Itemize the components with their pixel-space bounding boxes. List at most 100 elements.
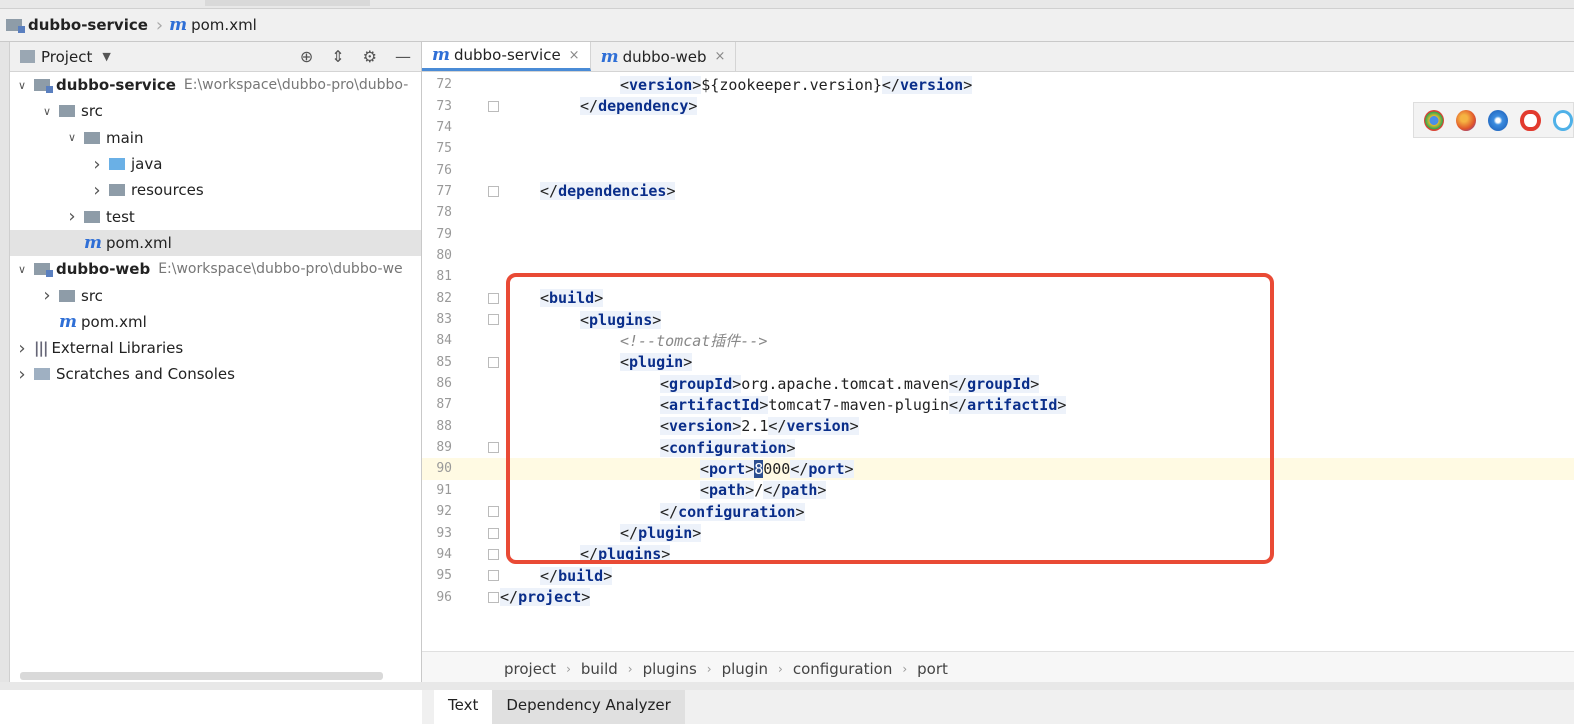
- chevron-down-icon[interactable]: ∨: [39, 105, 55, 118]
- code-line[interactable]: 94 </plugins>: [422, 544, 1574, 565]
- code-line[interactable]: 93 </plugin>: [422, 522, 1574, 543]
- locate-icon[interactable]: ⊕: [300, 47, 313, 66]
- code-line[interactable]: 88 <version>2.1</version>: [422, 416, 1574, 437]
- line-number: 88: [436, 418, 452, 434]
- code-line[interactable]: 79: [422, 223, 1574, 244]
- xml-breadcrumb-item[interactable]: build: [581, 660, 618, 678]
- fold-marker[interactable]: [488, 185, 499, 197]
- tree-item[interactable]: › test: [10, 203, 421, 229]
- xml-tag: <groupId>: [660, 374, 742, 393]
- fold-marker[interactable]: [488, 292, 499, 304]
- tree-item[interactable]: › resources: [10, 177, 421, 203]
- bottom-tab[interactable]: Dependency Analyzer: [492, 686, 685, 724]
- xml-breadcrumb-item[interactable]: plugins: [643, 660, 697, 678]
- xml-breadcrumb-item[interactable]: project: [504, 660, 556, 678]
- code-line[interactable]: 96 </project>: [422, 586, 1574, 607]
- fold-marker[interactable]: [488, 570, 499, 582]
- code-line[interactable]: 85 <plugin>: [422, 352, 1574, 373]
- collapse-all-icon[interactable]: ⇕: [331, 47, 344, 66]
- code-line[interactable]: 89 <configuration>: [422, 437, 1574, 458]
- tree-item[interactable]: ∨ main: [10, 125, 421, 151]
- breadcrumb-file[interactable]: m pom.xml: [163, 9, 265, 41]
- chevron-right-icon[interactable]: ›: [64, 206, 80, 227]
- fold-marker[interactable]: [488, 314, 499, 326]
- chevron-right-icon[interactable]: ›: [14, 338, 30, 359]
- fold-marker[interactable]: [488, 100, 499, 112]
- code-line[interactable]: 82 <build>: [422, 288, 1574, 309]
- horizontal-scrollbar[interactable]: [20, 672, 383, 680]
- tree-item[interactable]: ∨ dubbo-web E:\workspace\dubbo-pro\dubbo-w…: [10, 256, 421, 282]
- opera-icon[interactable]: [1520, 109, 1541, 131]
- tree-item[interactable]: › src: [10, 282, 421, 308]
- code-line[interactable]: 81: [422, 266, 1574, 287]
- code-text: </build>: [540, 566, 613, 585]
- xml-breadcrumb-item[interactable]: configuration: [793, 660, 893, 678]
- bottom-tab[interactable]: Text: [434, 686, 493, 724]
- tree-item[interactable]: › java: [10, 151, 421, 177]
- tree-item[interactable]: › Scratches and Consoles: [10, 361, 421, 387]
- hide-icon[interactable]: —: [395, 47, 411, 66]
- code-line[interactable]: 91 <path>/</path>: [422, 480, 1574, 501]
- chevron-down-icon[interactable]: ▼: [102, 50, 110, 63]
- code-line[interactable]: 80: [422, 245, 1574, 266]
- safari-icon[interactable]: [1488, 109, 1509, 131]
- breadcrumb-project[interactable]: dubbo-service: [0, 9, 156, 41]
- fold-marker[interactable]: [488, 356, 499, 368]
- project-view-selector[interactable]: Project: [41, 48, 92, 66]
- xml-tag: </version>: [768, 417, 859, 436]
- tree-item[interactable]: m pom.xml: [10, 309, 421, 335]
- xml-tag: </groupId>: [949, 374, 1040, 393]
- code-line[interactable]: 72 <version>${zookeeper.version}</version…: [422, 74, 1574, 95]
- code-editor[interactable]: 72 <version>${zookeeper.version}</version…: [422, 72, 1574, 649]
- folder-icon: [84, 131, 100, 144]
- line-number: 81: [436, 269, 452, 285]
- tree-item[interactable]: m pom.xml: [10, 229, 421, 257]
- code-line[interactable]: 95 </build>: [422, 565, 1574, 586]
- fold-marker[interactable]: [488, 548, 499, 560]
- chevron-right-icon[interactable]: ›: [39, 285, 55, 306]
- code-line[interactable]: 90 <port>8000</port>: [422, 458, 1574, 480]
- editor-tab[interactable]: m dubbo-service ×: [422, 42, 591, 71]
- code-text: </configuration>: [660, 502, 805, 521]
- chevron-right-icon[interactable]: ›: [14, 364, 30, 385]
- chevron-down-icon[interactable]: ∨: [64, 131, 80, 144]
- ie-icon[interactable]: [1552, 109, 1573, 131]
- line-number: 72: [436, 77, 452, 93]
- fold-marker[interactable]: [488, 506, 499, 518]
- code-line[interactable]: 84 <!--tomcat插件-->: [422, 330, 1574, 351]
- fold-marker[interactable]: [488, 591, 499, 603]
- code-line[interactable]: 75: [422, 138, 1574, 159]
- tree-item[interactable]: ∨ src: [10, 98, 421, 124]
- chevron-down-icon[interactable]: ∨: [14, 263, 30, 276]
- tree-item-label: resources: [131, 181, 204, 200]
- code-line[interactable]: 76: [422, 159, 1574, 180]
- code-line[interactable]: 77 </dependencies>: [422, 181, 1574, 202]
- editor-tab[interactable]: m dubbo-web ×: [591, 42, 737, 71]
- xml-tag: </path>: [763, 481, 827, 500]
- tree-item[interactable]: ∨ dubbo-service E:\workspace\dubbo-pro\dub…: [10, 72, 421, 98]
- breadcrumb-separator: ›: [778, 661, 783, 676]
- code-line[interactable]: 78: [422, 202, 1574, 223]
- code-line[interactable]: 86 <groupId>org.apache.tomcat.maven</grou…: [422, 373, 1574, 394]
- fold-marker[interactable]: [488, 442, 499, 454]
- line-number: 74: [436, 119, 452, 135]
- line-number: 82: [436, 290, 452, 306]
- left-tool-strip[interactable]: [0, 42, 10, 690]
- chevron-right-icon[interactable]: ›: [89, 180, 105, 201]
- chrome-icon[interactable]: [1424, 109, 1445, 131]
- tree-item[interactable]: › |||​ External Libraries: [10, 335, 421, 361]
- gear-icon[interactable]: ⚙: [363, 47, 377, 66]
- xml-breadcrumb-item[interactable]: plugin: [722, 660, 768, 678]
- xml-breadcrumb-item[interactable]: port: [917, 660, 948, 678]
- close-icon[interactable]: ×: [569, 48, 580, 63]
- code-line[interactable]: 92 </configuration>: [422, 501, 1574, 522]
- code-line[interactable]: 87 <artifactId>tomcat7-maven-plugin</arti…: [422, 394, 1574, 415]
- firefox-icon[interactable]: [1456, 109, 1477, 131]
- chevron-right-icon[interactable]: ›: [89, 154, 105, 175]
- code-line[interactable]: 74: [422, 117, 1574, 138]
- code-line[interactable]: 73 </dependency>: [422, 95, 1574, 116]
- fold-marker[interactable]: [488, 527, 499, 539]
- chevron-down-icon[interactable]: ∨: [14, 79, 30, 92]
- close-icon[interactable]: ×: [715, 49, 726, 64]
- code-line[interactable]: 83 <plugins>: [422, 309, 1574, 330]
